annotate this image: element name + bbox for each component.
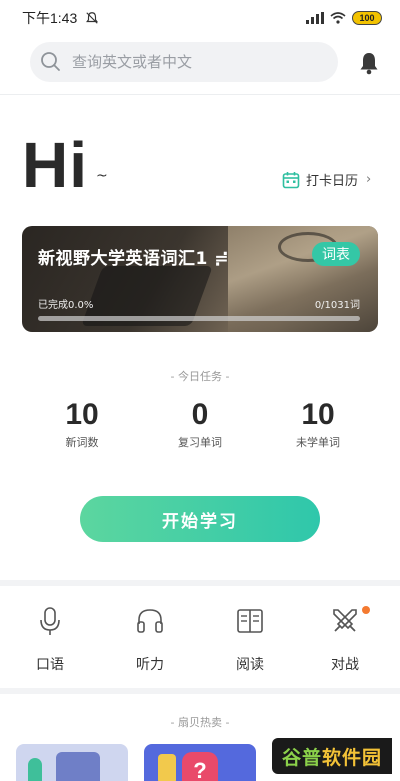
question-graphic: ? [182,752,218,781]
mute-bell-icon [86,12,99,24]
product-thumbnail-1[interactable] [16,744,128,781]
feature-label: 口语 [36,657,64,673]
search-input[interactable] [72,53,312,71]
device-graphic [56,752,100,781]
notification-bell-icon[interactable] [356,50,382,76]
progress-bar [38,316,360,321]
stat-label: 新词数 [65,436,99,449]
today-tasks-label: - 今日任务 - [170,370,230,383]
stat-review-words: 0 复习单词 [140,398,260,450]
feature-battle[interactable]: 对战 [310,606,380,674]
status-bar: 下午1:43 100 [0,0,400,36]
search-bar[interactable] [30,42,338,82]
stat-new-words: 10 新词数 [22,398,142,450]
section-divider [0,688,400,694]
feature-label: 对战 [331,657,359,673]
swords-icon [333,609,357,632]
stat-value: 10 [65,398,99,431]
microphone-icon [40,607,60,635]
greeting-title: Hi [22,129,88,201]
word-count: 0/1031词 [314,300,360,311]
signal-icon [306,12,324,24]
stat-value: 0 [191,398,209,431]
feature-speaking[interactable]: 口语 [15,606,85,674]
stat-label: 复习单词 [178,436,222,449]
site-watermark: 谷普 软件园 [272,738,392,774]
calendar-label: 打卡日历 [306,174,359,189]
headphones-icon [137,609,163,633]
stat-unlearned-words: 10 未学单词 [258,398,378,450]
stat-label: 未学单词 [296,436,340,449]
watermark-part1: 谷普 [281,746,322,769]
completed-percent: 已完成0.0% [38,300,94,311]
section-divider [0,580,400,586]
plant-graphic [28,758,42,781]
stat-value: 10 [301,398,335,431]
hot-sale-label: - 扇贝热卖 - [170,716,230,729]
wordbook-card[interactable]: 新视野大学英语词汇1 ≓ 词表 已完成0.0% 0/1031词 [22,226,378,332]
battery-indicator: 100 [352,11,382,25]
wordbook-title[interactable]: 新视野大学英语词汇1 ≓ [38,244,229,269]
status-time: 下午1:43 [22,10,78,26]
chevron-right-icon: › [366,172,372,187]
checkin-calendar-link[interactable]: 打卡日历 › [282,170,371,189]
calendar-icon [282,171,300,188]
watermark-part2: 软件园 [322,746,383,769]
search-icon [41,52,60,71]
book-graphic [158,754,176,781]
feature-listening[interactable]: 听力 [115,606,185,674]
book-open-icon [237,609,263,633]
feature-reading[interactable]: 阅读 [215,606,285,674]
greeting-tilde: ~ [96,168,108,184]
feature-label: 阅读 [236,657,264,673]
product-thumbnail-2[interactable]: ? [144,744,256,781]
feature-label: 听力 [136,657,164,673]
wordlist-button[interactable]: 词表 [312,242,360,266]
header-divider [0,94,400,95]
notification-dot [362,606,370,614]
wifi-icon [330,12,346,24]
start-learning-button[interactable]: 开始学习 [80,496,320,542]
